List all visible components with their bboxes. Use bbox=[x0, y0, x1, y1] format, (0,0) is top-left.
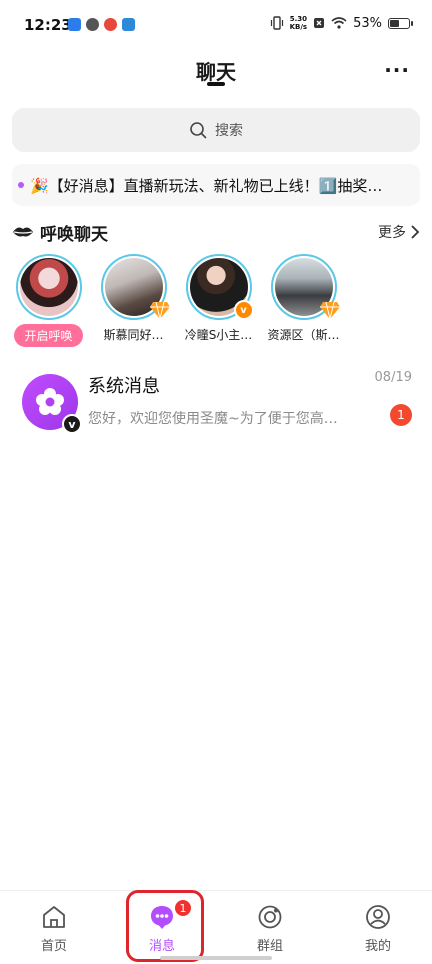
avatar bbox=[270, 254, 340, 320]
home-indicator bbox=[160, 956, 272, 960]
chat-bubble-icon bbox=[151, 906, 173, 929]
battery-level bbox=[390, 19, 399, 27]
battery-icon bbox=[388, 17, 413, 29]
call-user-name: 冷瞳S小主… bbox=[184, 328, 253, 342]
search-placeholder: 搜索 bbox=[215, 123, 243, 139]
call-item[interactable]: 斯慕同好… bbox=[95, 254, 172, 350]
tab-groups[interactable]: 群组 bbox=[216, 891, 324, 964]
verified-badge-icon: v bbox=[62, 414, 82, 434]
bottom-tab-bar: 首页 消息 1 群组 我的 bbox=[0, 890, 432, 964]
avatar bbox=[100, 254, 170, 320]
wifi-icon bbox=[331, 17, 347, 29]
page-title: 聊天 bbox=[196, 60, 236, 84]
call-item[interactable]: 资源区（斯… bbox=[265, 254, 342, 350]
vip-badge-icon: v bbox=[233, 300, 254, 320]
tab-label: 群组 bbox=[256, 939, 283, 954]
tab-label: 消息 bbox=[148, 939, 175, 954]
battery-percent: 53% bbox=[353, 15, 382, 31]
status-time: 12:23 bbox=[24, 16, 72, 34]
profile-icon bbox=[366, 905, 390, 929]
status-right: 5.30 KB/s 53% bbox=[270, 15, 413, 31]
tab-home[interactable]: 首页 bbox=[0, 891, 108, 964]
conversation-preview: 您好，欢迎您使用圣魔~为了便于您高… bbox=[88, 411, 338, 427]
app-notification-icon bbox=[86, 18, 99, 31]
chevron-right-icon bbox=[411, 225, 420, 239]
search-bar[interactable]: 搜索 bbox=[12, 108, 420, 152]
announcement-text: 🎉【好消息】直播新玩法、新礼物已上线！1️⃣抽奖… bbox=[30, 176, 383, 195]
group-icon bbox=[258, 905, 282, 929]
tab-profile[interactable]: 我的 bbox=[324, 891, 432, 964]
page-header: 聊天 ··· bbox=[0, 48, 432, 98]
conversation-title: 系统消息 bbox=[88, 376, 160, 397]
avatar: v bbox=[185, 254, 254, 320]
home-icon bbox=[43, 906, 65, 928]
tab-label: 首页 bbox=[40, 939, 67, 954]
status-app-icons bbox=[68, 18, 135, 31]
diamond-badge-icon bbox=[319, 301, 340, 320]
tab-messages[interactable]: 消息 1 bbox=[108, 891, 216, 964]
notice-dot-icon bbox=[18, 182, 24, 188]
call-item[interactable]: v 冷瞳S小主… bbox=[180, 254, 257, 350]
more-label: 更多 bbox=[378, 225, 406, 241]
conversation-item[interactable]: v 系统消息 08/19 您好，欢迎您使用圣魔~为了便于您高… 1 bbox=[0, 362, 432, 436]
more-link[interactable]: 更多 bbox=[378, 222, 420, 242]
tab-label: 我的 bbox=[364, 939, 391, 954]
no-sim-icon bbox=[314, 18, 325, 28]
announcement-banner[interactable]: 🎉【好消息】直播新玩法、新礼物已上线！1️⃣抽奖… bbox=[12, 164, 420, 206]
speed-unit: KB/s bbox=[289, 23, 308, 31]
app-notification-icon bbox=[122, 18, 135, 31]
call-user-name: 资源区（斯… bbox=[267, 328, 340, 342]
section-title: 呼唤聊天 bbox=[40, 224, 108, 245]
conversation-date: 08/19 bbox=[374, 370, 412, 385]
tab-badge: 1 bbox=[174, 899, 192, 917]
start-call-button[interactable]: 开启呼唤 bbox=[14, 324, 83, 347]
avatar bbox=[15, 254, 82, 320]
weibo-icon bbox=[104, 18, 117, 31]
title-underline bbox=[207, 82, 225, 86]
call-user-name: 斯慕同好… bbox=[103, 328, 164, 342]
speed-value: 5.30 bbox=[289, 15, 307, 23]
network-speed: 5.30 KB/s bbox=[290, 15, 307, 31]
call-list: 开启呼唤 斯慕同好… v 冷瞳S小主… 资源区（斯… bbox=[10, 254, 430, 350]
flower-icon bbox=[36, 388, 64, 415]
vibrate-icon bbox=[270, 16, 283, 30]
search-icon bbox=[190, 122, 207, 139]
diamond-badge-icon bbox=[149, 301, 170, 320]
unread-badge: 1 bbox=[390, 404, 412, 426]
status-bar: 12:23 5.30 KB/s 53% bbox=[0, 0, 432, 48]
app-notification-icon bbox=[68, 18, 81, 31]
more-menu-button[interactable]: ··· bbox=[384, 58, 410, 82]
start-call-item[interactable]: 开启呼唤 bbox=[10, 254, 87, 350]
call-chat-section-header: 呼唤聊天 更多 bbox=[12, 218, 420, 246]
lips-icon bbox=[13, 227, 33, 237]
